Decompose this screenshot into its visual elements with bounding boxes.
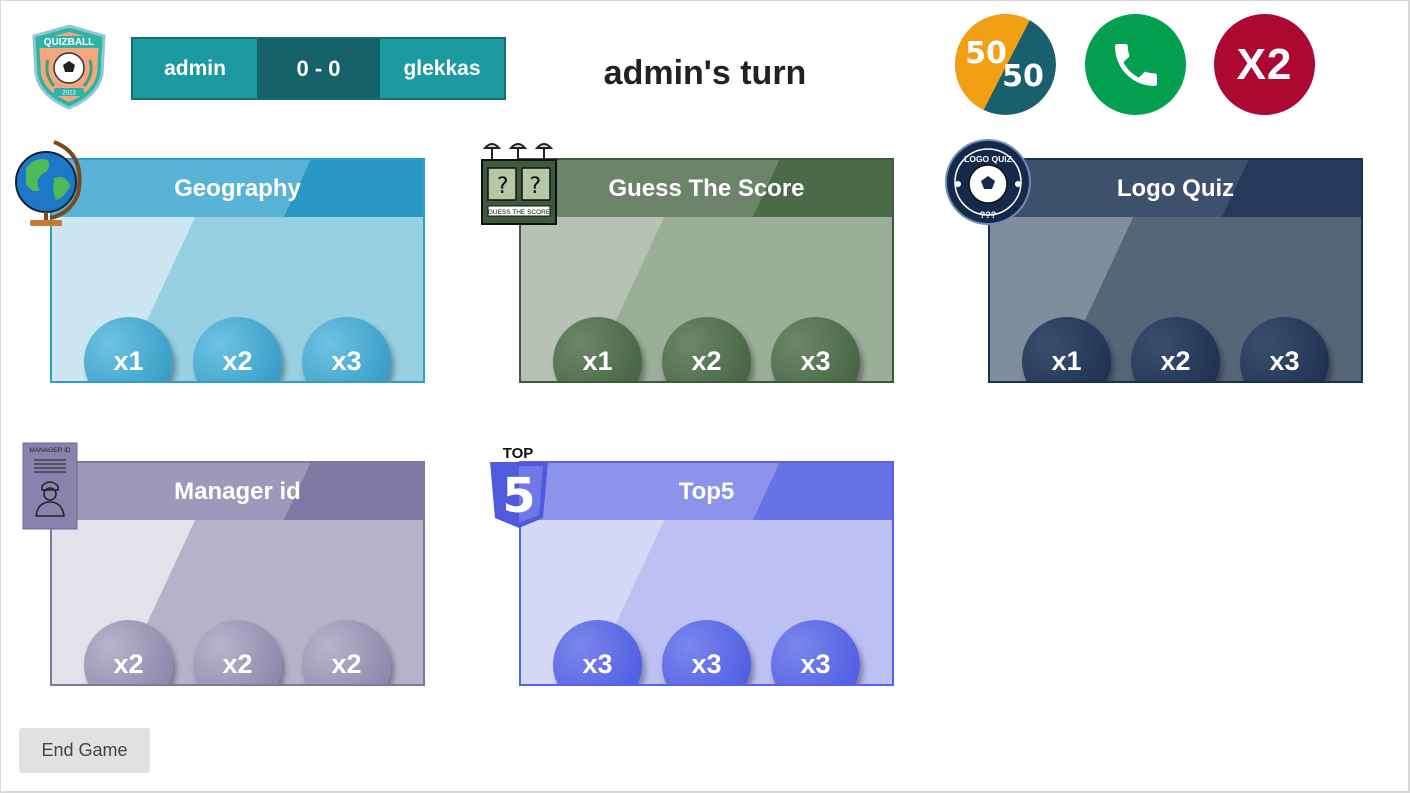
- end-game-button[interactable]: End Game: [19, 728, 150, 773]
- category-card-top5: Top5 x3 x3 x3: [519, 461, 894, 686]
- top5-shield-icon: TOP 5: [490, 445, 548, 528]
- category-body: x1 x2 x3: [52, 217, 423, 381]
- question-button[interactable]: x2: [662, 317, 751, 381]
- manager-id-card-icon: MANAGER ID: [22, 442, 78, 530]
- category-title: Geography: [52, 160, 423, 217]
- top5-icon-title: TOP: [503, 445, 534, 462]
- manager-id-card-title: MANAGER ID: [29, 447, 70, 454]
- question-button[interactable]: x3: [1240, 317, 1329, 381]
- question-button[interactable]: x1: [84, 317, 173, 381]
- double-label: X2: [1236, 39, 1293, 89]
- scoreboard: admin 0 - 0 glekkas: [131, 37, 506, 100]
- category-body: x1 x2 x3: [990, 217, 1361, 381]
- logo-quiz-badge-icon: LOGO QUIZ ???: [945, 139, 1031, 225]
- scoreboard-icon-marks: ? ?: [497, 174, 541, 199]
- phone-icon: [1114, 43, 1157, 86]
- logo-quiz-badge-title: LOGO QUIZ: [964, 154, 1012, 164]
- fifty-bottom-label: 50: [1002, 59, 1044, 94]
- globe-icon: [15, 140, 82, 226]
- logo-year: 2023: [62, 91, 76, 97]
- category-card-guess-the-score: Guess The Score x1 x2 x3: [519, 158, 894, 383]
- question-button[interactable]: x2: [84, 620, 173, 684]
- logo-quiz-badge-caption: ???: [980, 210, 997, 220]
- question-button[interactable]: x3: [662, 620, 751, 684]
- question-button[interactable]: x3: [771, 620, 860, 684]
- phone-lifeline-button[interactable]: [1085, 14, 1186, 115]
- top5-icon-number: 5: [502, 468, 535, 524]
- question-button[interactable]: x2: [302, 620, 391, 684]
- player1-name: admin: [133, 39, 257, 98]
- scoreboard-icon-caption: GUESS THE SCORE: [488, 209, 551, 216]
- question-button[interactable]: x3: [771, 317, 860, 381]
- question-button[interactable]: x2: [193, 620, 282, 684]
- logo-text: QUIZBALL: [44, 37, 95, 48]
- fifty-fifty-lifeline-button[interactable]: 50 50: [955, 14, 1056, 115]
- fifty-top-label: 50: [965, 36, 1007, 71]
- category-card-manager-id: Manager id x2 x2 x2: [50, 461, 425, 686]
- quizball-logo: QUIZBALL 2023: [32, 24, 106, 110]
- player2-name: glekkas: [380, 39, 504, 98]
- category-card-geography: Geography x1 x2 x3: [50, 158, 425, 383]
- category-card-logo-quiz: Logo Quiz x1 x2 x3: [988, 158, 1363, 383]
- question-button[interactable]: x2: [193, 317, 282, 381]
- question-button[interactable]: x1: [553, 317, 642, 381]
- match-score: 0 - 0: [257, 39, 380, 98]
- double-points-lifeline-button[interactable]: X2: [1214, 14, 1315, 115]
- category-title: Top5: [521, 463, 892, 520]
- category-body: x1 x2 x3: [521, 217, 892, 381]
- question-button[interactable]: x3: [302, 317, 391, 381]
- question-button[interactable]: x3: [553, 620, 642, 684]
- category-title: Logo Quiz: [990, 160, 1361, 217]
- scoreboard-icon: ? ? GUESS THE SCORE: [481, 143, 557, 225]
- category-title: Guess The Score: [521, 160, 892, 217]
- category-body: x2 x2 x2: [52, 520, 423, 684]
- category-title: Manager id: [52, 463, 423, 520]
- category-body: x3 x3 x3: [521, 520, 892, 684]
- turn-indicator: admin's turn: [603, 54, 807, 92]
- question-button[interactable]: x1: [1022, 317, 1111, 381]
- question-button[interactable]: x2: [1131, 317, 1220, 381]
